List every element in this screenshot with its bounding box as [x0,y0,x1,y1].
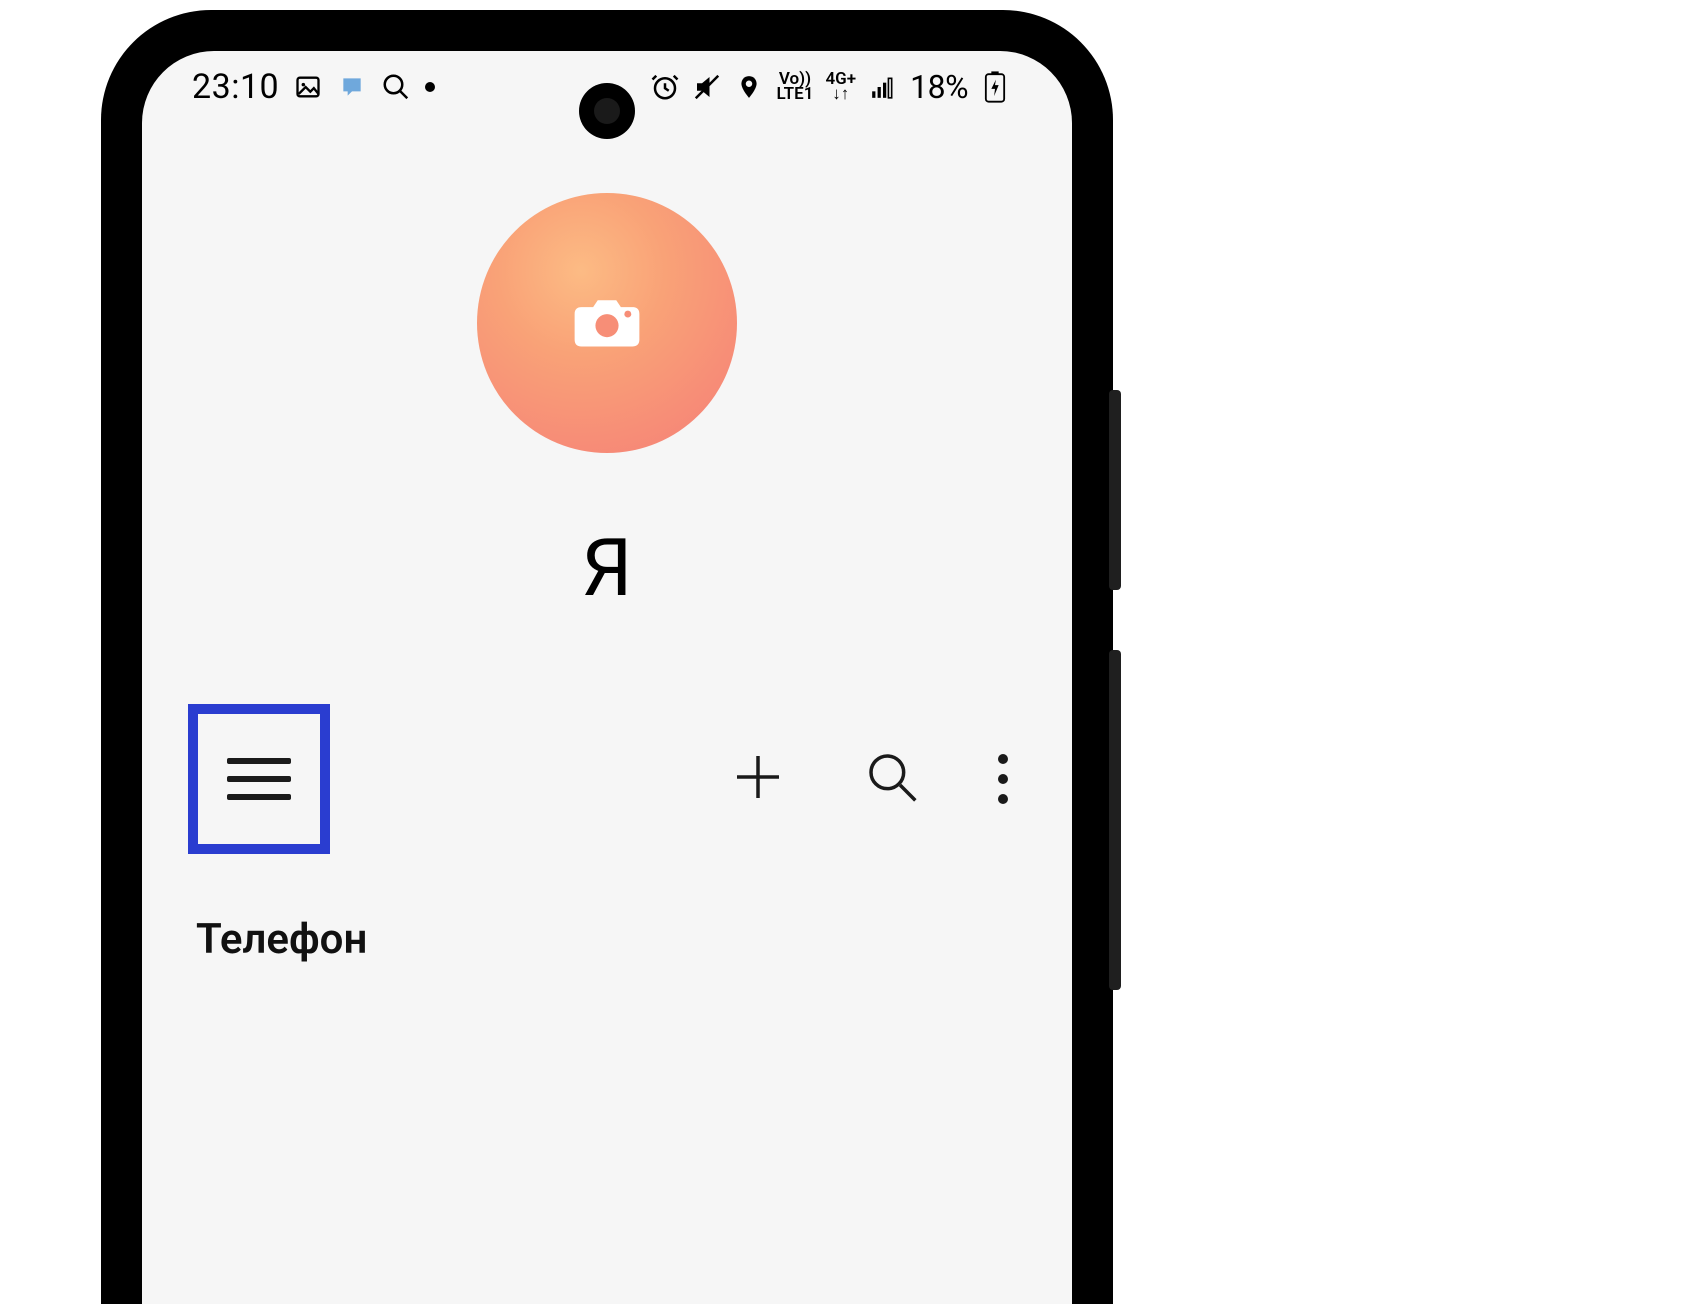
volte-indicator: Vo)) LTE1 [776,72,813,103]
location-icon [734,72,764,102]
phone-frame: 23:10 [101,10,1113,1304]
battery-charging-icon [980,72,1010,102]
toolbar-actions [730,749,1026,809]
phone-screen: 23:10 [142,51,1072,1304]
profile-avatar-wrap[interactable] [477,193,737,453]
camera-lens [594,98,620,124]
status-bar-left: 23:10 [192,67,435,107]
phone-side-button-top [1109,390,1121,590]
add-button[interactable] [730,749,786,809]
alarm-icon [650,72,680,102]
profile-name[interactable]: Я [142,521,1072,615]
phone-side-button-bottom [1109,650,1121,990]
status-bar-right: Vo)) LTE1 4G+ ↓↑ 18% [650,68,1010,106]
battery-percent: 18% [910,68,968,106]
mobile-data-arrows: ↓↑ [832,87,849,102]
dot-icon [998,754,1008,764]
image-icon [293,72,323,102]
dot-icon [998,774,1008,784]
camera-cutout [579,83,635,139]
search-status-icon [381,72,411,102]
camera-icon [570,292,644,354]
hamburger-line-icon [227,758,291,764]
contacts-toolbar [142,709,1072,849]
chat-icon [337,72,367,102]
search-button[interactable] [864,749,920,809]
notification-dot-icon [425,82,435,92]
hamburger-line-icon [227,776,291,782]
phone-bezel: 23:10 [128,37,1086,1304]
mobile-data-indicator: 4G+ ↓↑ [825,72,856,103]
mute-icon [692,72,722,102]
menu-button[interactable] [227,758,291,800]
contacts-app-content: Я [142,123,1072,1304]
signal-icon [868,72,898,102]
contacts-section-header: Телефон [196,915,367,964]
hamburger-line-icon [227,794,291,800]
profile-avatar [477,193,737,453]
more-options-button[interactable] [998,754,1008,804]
menu-button-highlight [188,704,330,854]
status-time: 23:10 [192,67,279,107]
volte-bottom-label: LTE1 [776,87,813,102]
dot-icon [998,794,1008,804]
